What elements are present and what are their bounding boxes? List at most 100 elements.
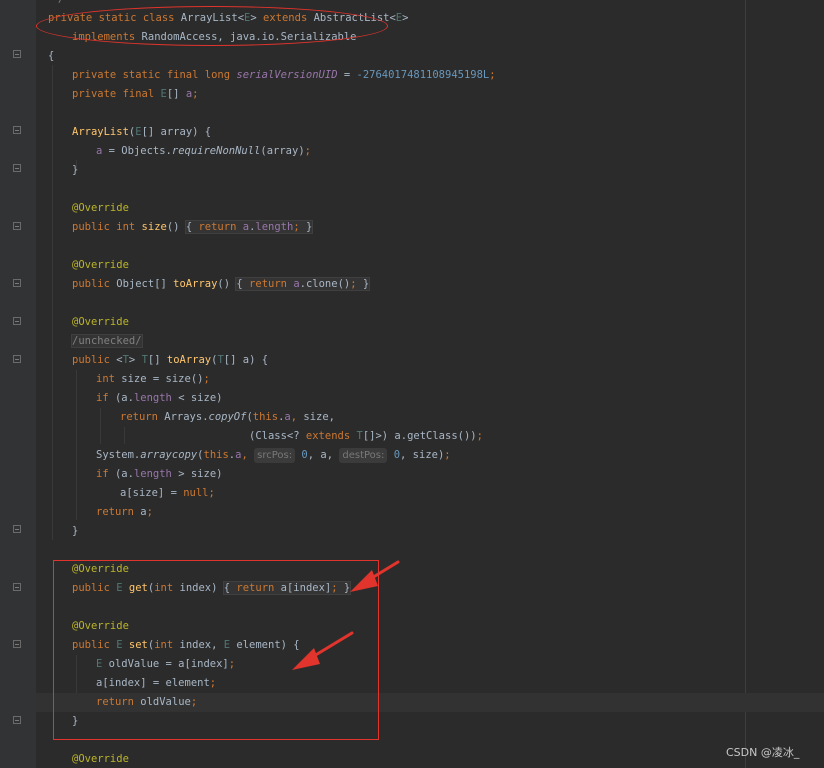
condition: < size) [171,392,223,404]
code-line: @Override [72,199,129,218]
code-line: int size = size(); [96,370,210,389]
keyword: return [249,278,287,290]
indent-guide [52,65,53,540]
indent-guide [76,370,77,520]
method-name: toArray [173,278,218,290]
editor-gutter [0,0,36,768]
brace: } [299,221,313,233]
keyword: if [96,392,109,404]
statement: size = size() [114,373,204,385]
semicolon: ; [203,373,210,385]
annotation: @Override [72,202,129,214]
brace: { [48,50,55,62]
folded-comment[interactable]: /unchecked/ [71,334,143,348]
code-line: a[size] = null; [120,484,215,503]
field-name: serialVersionUID [236,69,338,81]
keyword: this [203,449,229,461]
brace: } [356,278,370,290]
fold-icon[interactable] [13,716,21,724]
expand-fold-icon[interactable] [13,222,21,230]
punct: [] [166,88,186,100]
keyword: public int [72,221,136,233]
annotation: @Override [72,316,129,328]
code-line: return Arrays.copyOf(this.a, size, [120,408,335,427]
keyword: return [120,411,158,423]
statement: a[size] = [120,487,184,499]
class-ref: Arrays. [157,411,209,423]
fold-icon[interactable] [13,317,21,325]
keyword: if [96,468,109,480]
code-line: private final E[] a; [72,85,198,104]
fold-icon[interactable] [13,355,21,363]
fold-icon[interactable] [13,126,21,134]
method-call: .clone() [299,278,351,290]
brace: } [72,164,79,176]
params: [] a) { [223,354,269,366]
punct: , [290,411,304,423]
fold-icon[interactable] [13,50,21,58]
brace: } [72,525,79,537]
args: size, [303,411,335,423]
indent-guide [100,408,101,444]
watermark: CSDN @凌冰_ [726,746,800,759]
param-hint: destPos: [339,448,388,463]
keyword: private final [72,88,155,100]
keyword: null [183,487,209,499]
semicolon: ; [208,487,215,499]
code-line: } [72,161,78,180]
semicolon: ; [476,430,483,442]
args: , a, [307,449,340,461]
punct: () [166,221,186,233]
constructor-name: ArrayList [72,126,129,138]
code-line: { [48,47,54,66]
keyword: private static final long [72,69,231,81]
punct: = [337,69,357,81]
code-line: public int size() { return a.length; } [72,218,314,237]
expand-fold-icon[interactable] [13,583,21,591]
method-call: copyOf [208,411,247,423]
punct: () [217,278,237,290]
keyword: this [252,411,279,423]
method-name: toArray [166,354,212,366]
code-line: /unchecked/ [71,332,143,351]
field-name: length [255,221,294,233]
args: (array) [260,145,305,157]
folded-body[interactable]: { return a.clone(); } [235,277,371,291]
folded-body[interactable]: { return a.length; } [184,220,314,234]
punct: (a. [108,468,134,480]
code-line: System.arraycopy(this.a, srcPos: 0, a, d… [96,446,451,465]
class-ref: System. [96,449,141,461]
args: , size) [400,449,445,461]
code-line: (Class<? extends T[]>) a.getClass()); [249,427,483,446]
keyword: public [72,278,110,290]
punct: (a. [108,392,134,404]
semicolon: ; [192,88,199,100]
punct: < [109,354,123,366]
comment-end: */ [52,0,65,5]
params: [] array) { [141,126,212,138]
keyword: return [96,506,134,518]
args: []>) a.getClass()) [362,430,477,442]
red-highlight-rectangle [53,560,379,740]
annotation: @Override [72,259,129,271]
code-line: */ [52,0,65,9]
cast: (Class<? [249,430,306,442]
code-line: return a; [96,503,153,522]
semicolon: ; [489,69,496,81]
semicolon: ; [304,145,311,157]
punct: = Objects. [102,145,172,157]
punct: [] [147,354,167,366]
code-line: private static final long serialVersionU… [72,66,496,85]
code-line: ArrayList(E[] array) { [72,123,211,142]
expand-fold-icon[interactable] [13,279,21,287]
code-line: } [72,522,78,541]
fold-icon[interactable] [13,640,21,648]
fold-icon[interactable] [13,525,21,533]
code-line: if (a.length > size) [96,465,222,484]
type-param: T [350,430,363,442]
code-line: public Object[] toArray() { return a.clo… [72,275,371,294]
condition: > size) [171,468,223,480]
fold-icon[interactable] [13,164,21,172]
brace: { [185,221,199,233]
code-line: if (a.length < size) [96,389,222,408]
